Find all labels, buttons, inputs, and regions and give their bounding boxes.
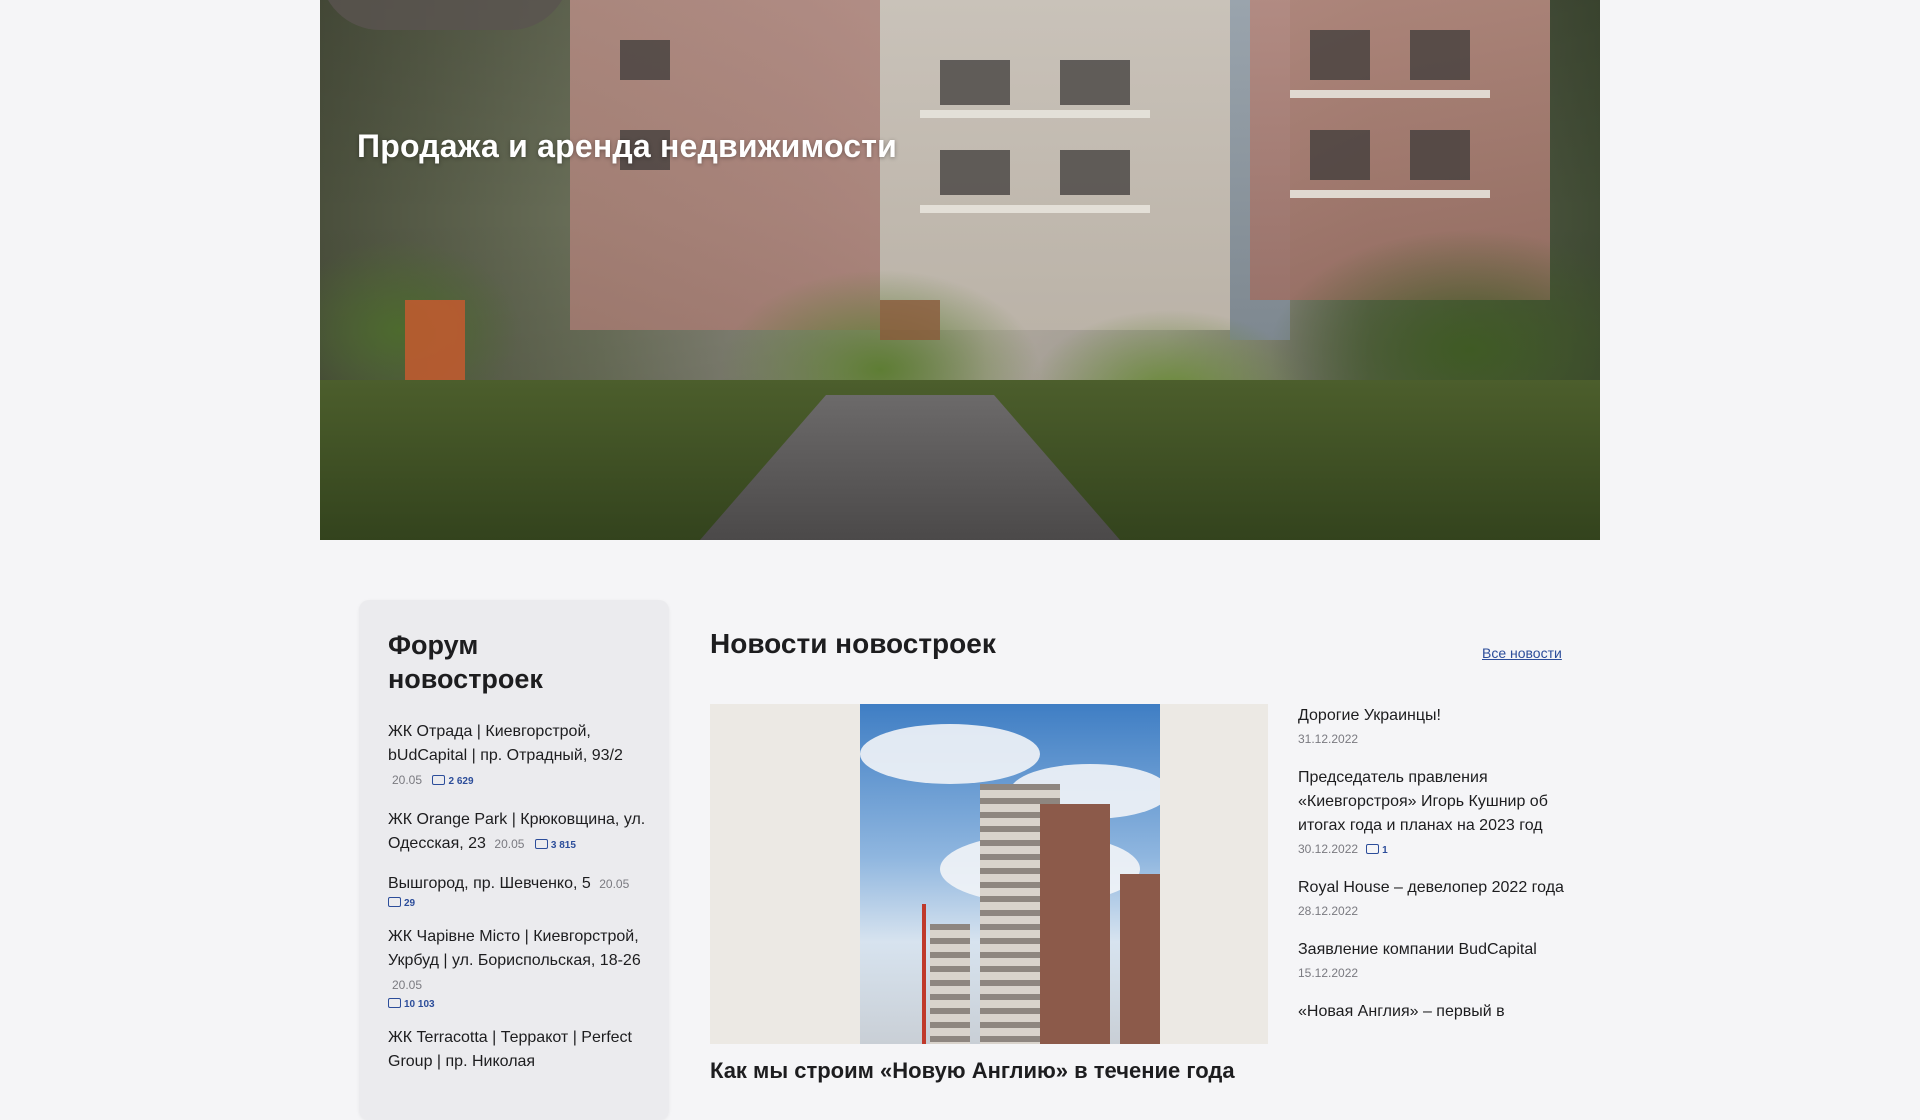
forum-topic-date: 20.05 (392, 773, 423, 787)
forum-topic[interactable]: ЖК Отрада | Киевгорстрой, bUdCapital | п… (388, 720, 648, 794)
news-item-date: 31.12.2022 (1298, 732, 1359, 746)
image-building (710, 704, 860, 1044)
comment-count: 1 (1366, 844, 1388, 856)
forum-topic[interactable]: Вышгород, пр. Шевченко, 5 20.05 29 (388, 872, 648, 911)
comment-count: 2 629 (432, 775, 474, 787)
comment-count-value: 2 629 (448, 776, 474, 787)
comment-count-value: 10 103 (404, 999, 435, 1010)
news-item[interactable]: Заявление компании BudCapital 15.12.2022 (1298, 938, 1568, 980)
forum-topic-date: 20.05 (599, 877, 630, 891)
comment-icon (388, 998, 401, 1008)
forum-topic-title[interactable]: Вышгород, пр. Шевченко, 5 (388, 875, 591, 892)
hero-window (1310, 130, 1370, 180)
image-crane (922, 904, 926, 1044)
news-item-date: 30.12.2022 (1298, 842, 1359, 856)
comment-icon (388, 897, 401, 907)
all-news-link[interactable]: Все новости (1482, 645, 1562, 661)
hero-window (1060, 60, 1130, 105)
hero-window (940, 60, 1010, 105)
forum-card: Форум новостроек ЖК Отрада | Киевгорстро… (359, 600, 669, 1120)
news-item-title[interactable]: Royal House – девелопер 2022 года (1298, 876, 1568, 900)
hero-balcony (1290, 90, 1490, 98)
forum-topic-title[interactable]: ЖК Отрада | Киевгорстрой, bUdCapital | п… (388, 723, 623, 764)
hero-window (1410, 130, 1470, 180)
comment-count-value: 1 (1382, 845, 1388, 856)
hero-title: Продажа и аренда недвижимости (357, 128, 898, 164)
hero-window (1060, 150, 1130, 195)
comment-count-value: 3 815 (550, 840, 576, 851)
comment-count: 29 (388, 897, 648, 911)
news-main-title[interactable]: Как мы строим «Новую Англию» в течение г… (710, 1058, 1235, 1084)
forum-title[interactable]: Форум новостроек (388, 628, 638, 696)
news-item[interactable]: Royal House – девелопер 2022 года 28.12.… (1298, 876, 1568, 918)
comment-count: 3 815 (534, 839, 576, 851)
image-building (1160, 704, 1268, 1044)
hero-balcony (1290, 190, 1490, 198)
news-item-date: 28.12.2022 (1298, 904, 1359, 918)
comment-icon (432, 775, 446, 785)
forum-topic[interactable]: ЖК Orange Park | Крюковщина, ул. Одесска… (388, 808, 648, 858)
news-item[interactable]: Дорогие Украинцы! 31.12.2022 (1298, 704, 1568, 746)
news-list: Дорогие Украинцы! 31.12.2022 Председател… (1298, 704, 1568, 1044)
news-item-meta: 30.12.2022 1 (1298, 842, 1568, 856)
news-item-date: 15.12.2022 (1298, 966, 1359, 980)
hero-window (620, 40, 670, 80)
hero-banner (320, 0, 1600, 540)
news-item-title[interactable]: Дорогие Украинцы! (1298, 704, 1568, 728)
hero-window (1310, 30, 1370, 80)
forum-topic[interactable]: ЖК Terracotta | Терракот | Perfect Group… (388, 1026, 648, 1074)
hero-playground (405, 300, 465, 380)
hero-bench (880, 300, 940, 340)
hero-balcony (920, 110, 1150, 118)
hero-balcony (920, 205, 1150, 213)
news-item-title[interactable]: Заявление компании BudCapital (1298, 938, 1568, 962)
hero-window (940, 150, 1010, 195)
news-item-title[interactable]: Председатель правления «Киевгорстроя» Иг… (1298, 766, 1568, 838)
news-section-title: Новости новостроек (710, 628, 996, 659)
comment-icon (1366, 844, 1380, 854)
image-cloud (860, 724, 1040, 784)
news-main-image[interactable] (710, 704, 1268, 1044)
forum-topic[interactable]: ЖК Чарівне Місто | Киевгорстрой, Укрбуд … (388, 925, 648, 1012)
forum-topic-title[interactable]: ЖК Чарівне Місто | Киевгорстрой, Укрбуд … (388, 928, 641, 969)
forum-topic-date: 20.05 (392, 978, 423, 992)
comment-icon (534, 839, 548, 849)
news-item[interactable]: Председатель правления «Киевгорстроя» Иг… (1298, 766, 1568, 856)
hero-window (1410, 30, 1470, 80)
news-item-title[interactable]: «Новая Англия» – первый в (1298, 1000, 1568, 1024)
hero-arc (320, 0, 570, 30)
forum-topic-date: 20.05 (494, 837, 525, 851)
comment-count: 10 103 (388, 998, 648, 1012)
image-building (1040, 804, 1110, 1044)
comment-count-value: 29 (404, 898, 416, 909)
forum-topic-title[interactable]: ЖК Terracotta | Терракот | Perfect Group… (388, 1029, 632, 1070)
news-item[interactable]: «Новая Англия» – первый в (1298, 1000, 1568, 1024)
image-building (930, 924, 970, 1044)
